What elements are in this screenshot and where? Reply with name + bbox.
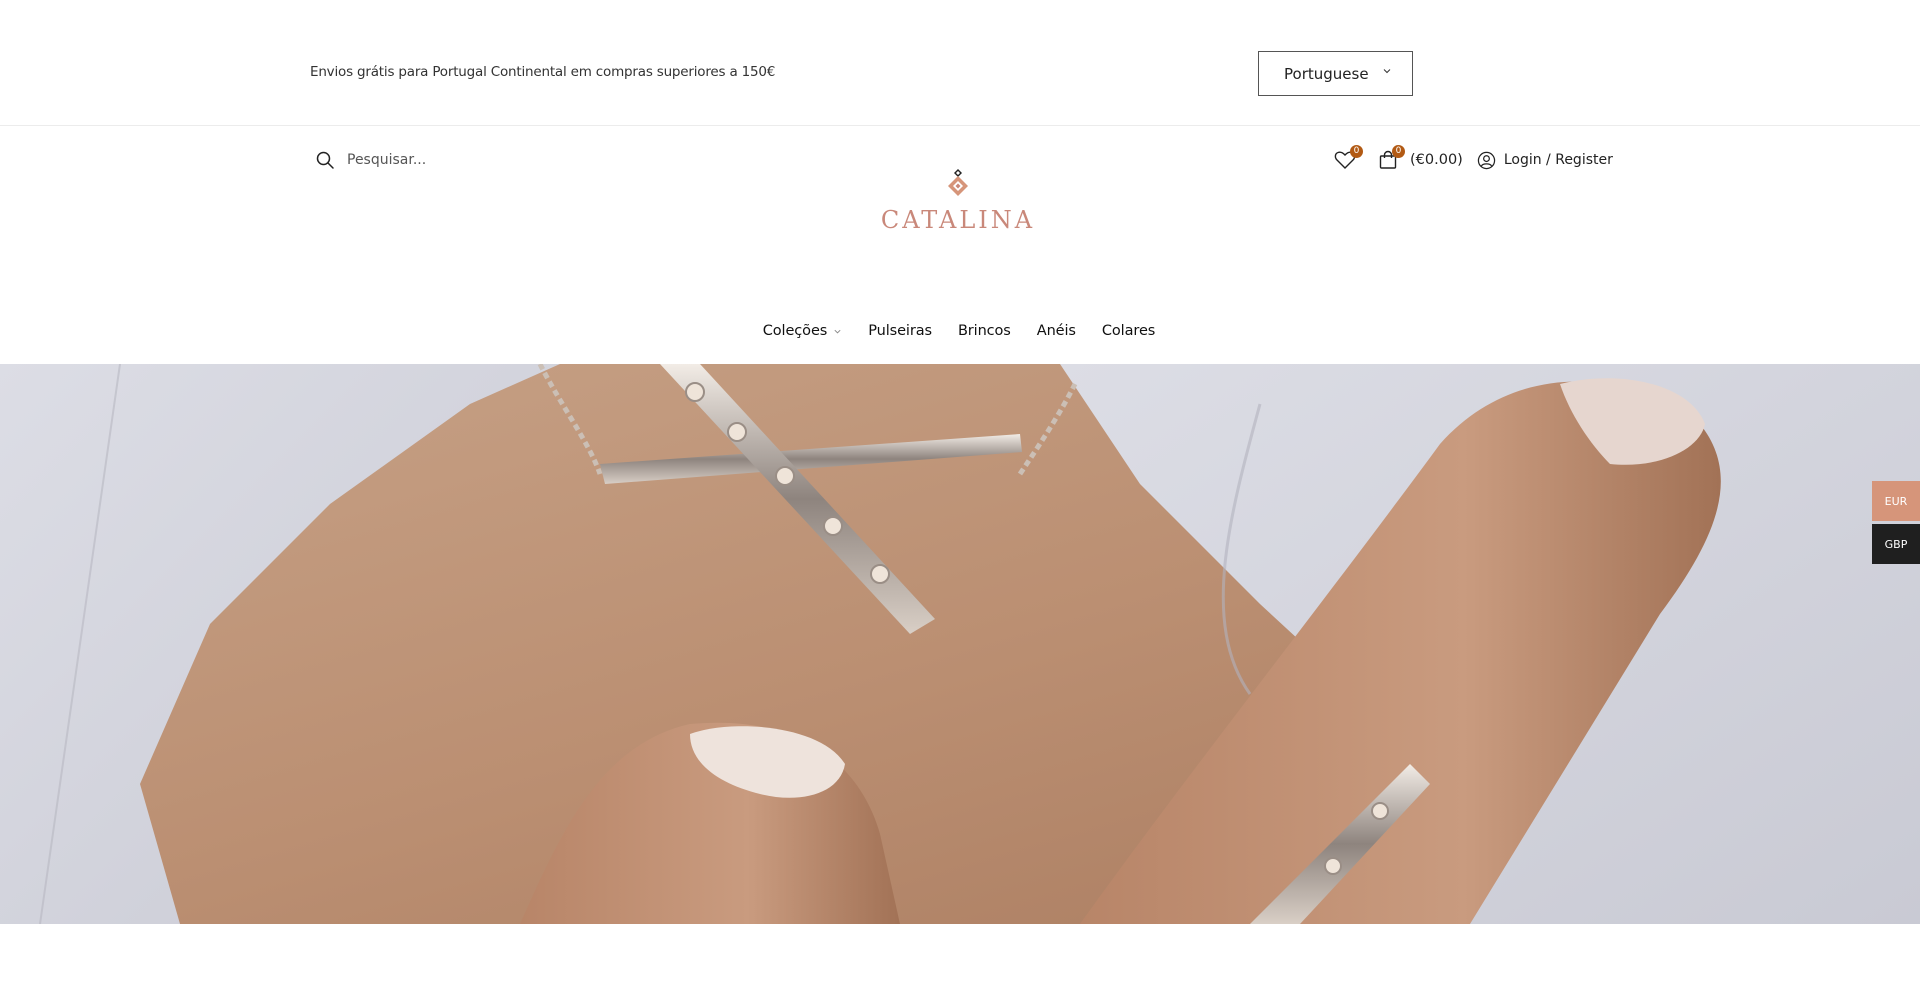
wishlist-count-badge: 0 bbox=[1350, 145, 1363, 158]
search-input[interactable] bbox=[347, 152, 687, 168]
nav-item-label: Anéis bbox=[1036, 323, 1076, 339]
nav-item-label: Coleções bbox=[762, 323, 828, 339]
cart-count-badge: 0 bbox=[1392, 145, 1405, 158]
logo-mark bbox=[948, 169, 968, 196]
nav-item-colecoes[interactable]: Coleções bbox=[763, 323, 842, 339]
cart-total[interactable]: (€0.00) bbox=[1410, 152, 1463, 168]
nav-item-aneis[interactable]: Anéis bbox=[1037, 323, 1076, 339]
nav-item-label: Pulseiras bbox=[868, 323, 932, 339]
search-bar bbox=[315, 148, 715, 172]
user-icon bbox=[1477, 151, 1496, 169]
search-icon[interactable] bbox=[315, 150, 335, 170]
site-logo[interactable]: CATALINA bbox=[880, 168, 1036, 244]
header-actions: 0 0 (€0.00) Login / Register bbox=[1334, 145, 1613, 174]
nav-item-brincos[interactable]: Brincos bbox=[958, 323, 1011, 339]
chevron-down-icon bbox=[1383, 69, 1391, 74]
hero-image bbox=[0, 364, 1920, 924]
login-register-label: Login / Register bbox=[1503, 152, 1613, 168]
main-navigation: Coleções Pulseiras Brincos Anéis Colares bbox=[0, 318, 1920, 344]
language-select[interactable]: Portuguese bbox=[1258, 51, 1413, 96]
hero-banner[interactable] bbox=[0, 364, 1920, 924]
top-bar: Envios grátis para Portugal Continental … bbox=[0, 0, 1920, 126]
shipping-notice: Envios grátis para Portugal Continental … bbox=[310, 64, 776, 80]
currency-gbp-button[interactable]: GBP bbox=[1872, 524, 1920, 564]
language-select-value: Portuguese bbox=[1284, 64, 1369, 83]
nav-item-label: Colares bbox=[1101, 323, 1156, 339]
nav-item-label: Brincos bbox=[957, 323, 1011, 339]
nav-item-pulseiras[interactable]: Pulseiras bbox=[868, 323, 932, 339]
chevron-down-icon bbox=[834, 329, 841, 333]
nav-item-colares[interactable]: Colares bbox=[1102, 323, 1155, 339]
logo-wordmark: CATALINA bbox=[880, 206, 1036, 234]
currency-eur-button[interactable]: EUR bbox=[1872, 481, 1920, 521]
cart-button[interactable]: 0 bbox=[1378, 145, 1405, 170]
wishlist-button[interactable]: 0 bbox=[1334, 145, 1363, 170]
login-register-link[interactable]: Login / Register bbox=[1477, 151, 1613, 170]
